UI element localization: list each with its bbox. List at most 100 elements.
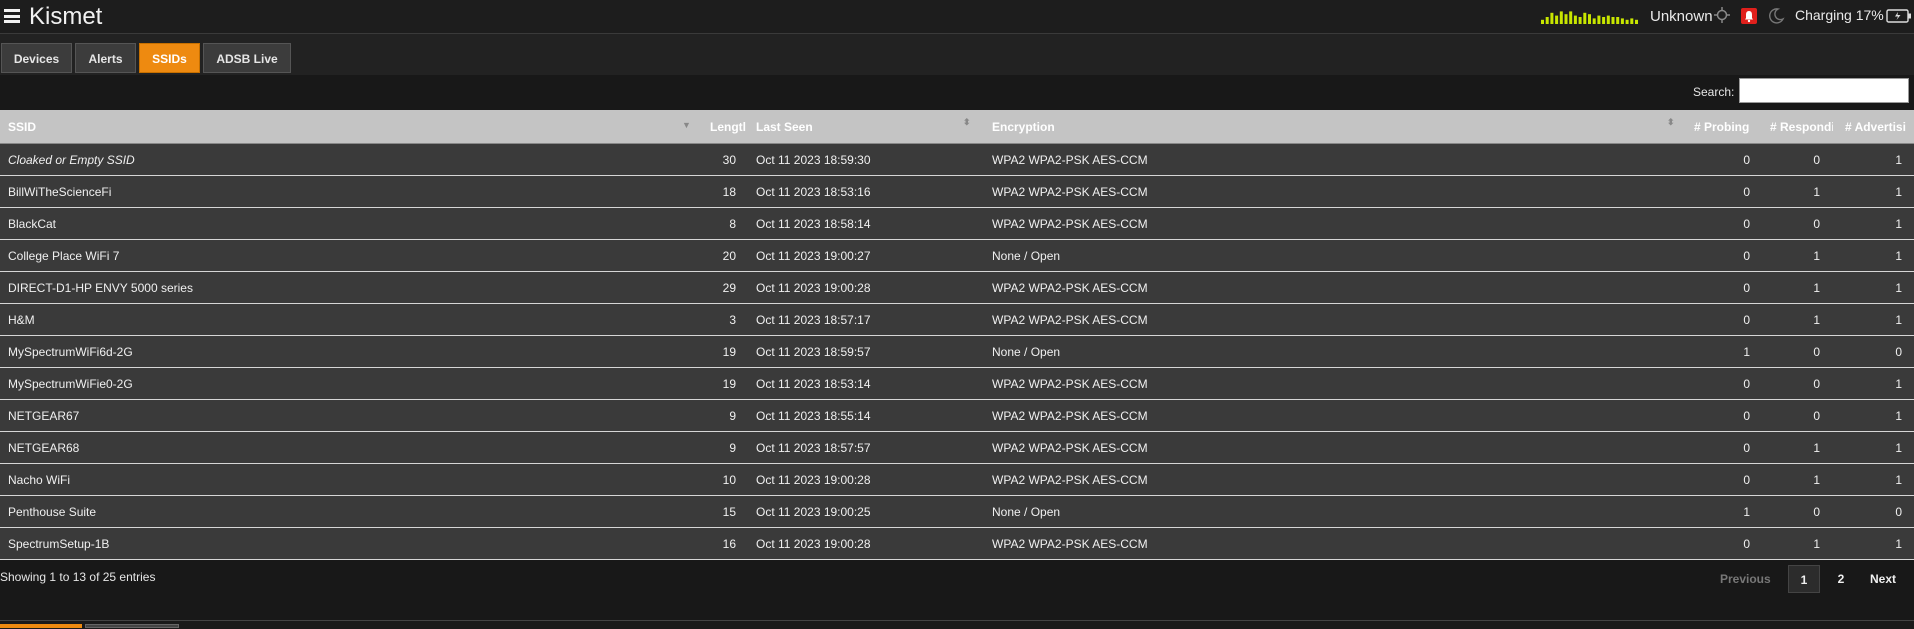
cell-advertising: 1 xyxy=(1895,409,1902,423)
signal-bar xyxy=(1583,12,1587,24)
bottom-tab-active[interactable] xyxy=(0,624,82,628)
cell-ssid: Nacho WiFi xyxy=(8,473,71,487)
crosshair-icon[interactable] xyxy=(1714,7,1730,23)
gps-status: Unknown xyxy=(1650,8,1713,25)
cell-last-seen: Oct 11 2023 18:59:30 xyxy=(756,153,871,167)
cell-probing: 0 xyxy=(1743,217,1750,231)
moon-icon[interactable] xyxy=(1767,7,1785,25)
cell-length: 10 xyxy=(722,473,736,487)
cell-encryption: WPA2 WPA2-PSK AES-CCM xyxy=(992,185,1148,199)
table-row[interactable]: DIRECT-D1-HP ENVY 5000 series 29 Oct 11 20… xyxy=(0,272,1914,304)
table-row[interactable]: NETGEAR68 9 Oct 11 2023 18:57:57 WPA2 WPA2-… xyxy=(0,432,1914,464)
cell-responding: 1 xyxy=(1813,281,1820,295)
cell-responding: 0 xyxy=(1813,345,1820,359)
pagination-next[interactable]: Next xyxy=(1870,565,1896,593)
cell-ssid: College Place WiFi 7 xyxy=(8,249,120,263)
table-row[interactable]: NETGEAR67 9 Oct 11 2023 18:55:14 WPA2 WPA2-… xyxy=(0,400,1914,432)
signal-bar xyxy=(1602,17,1606,24)
cell-probing: 0 xyxy=(1743,249,1750,263)
pagination-page-1[interactable]: 1 xyxy=(1788,565,1820,593)
pagination-page-2[interactable]: 2 xyxy=(1829,565,1853,593)
cell-encryption: WPA2 WPA2-PSK AES-CCM xyxy=(992,153,1148,167)
signal-bar xyxy=(1620,18,1624,24)
table-row[interactable]: SpectrumSetup-1B 16 Oct 11 2023 19:00:28 WP… xyxy=(0,528,1914,560)
cell-ssid: DIRECT-D1-HP ENVY 5000 series xyxy=(8,281,193,295)
battery-icon xyxy=(1886,9,1911,23)
cell-last-seen: Oct 11 2023 18:57:57 xyxy=(756,441,871,455)
pagination-previous[interactable]: Previous xyxy=(1720,565,1771,593)
cell-length: 29 xyxy=(722,281,736,295)
search-label: Search: xyxy=(1693,85,1735,99)
cell-last-seen: Oct 11 2023 18:57:17 xyxy=(756,313,871,327)
bell-alert-icon[interactable] xyxy=(1741,8,1757,24)
cell-ssid: SpectrumSetup-1B xyxy=(8,537,110,551)
cell-advertising: 0 xyxy=(1895,505,1902,519)
column-header-advertising[interactable]: # Advertisi xyxy=(1845,120,1914,134)
table-row[interactable]: BillWiTheScienceFi 18 Oct 11 2023 18:53:16… xyxy=(0,176,1914,208)
battery-status: Charging 17% xyxy=(1795,7,1884,23)
cell-responding: 0 xyxy=(1813,409,1820,423)
tab-adsb-live[interactable]: ADSB Live xyxy=(203,43,291,73)
column-header-ssid[interactable]: SSID xyxy=(8,120,36,134)
cell-encryption: WPA2 WPA2-PSK AES-CCM xyxy=(992,441,1148,455)
cell-probing: 0 xyxy=(1743,185,1750,199)
cell-advertising: 0 xyxy=(1895,345,1902,359)
cell-length: 20 xyxy=(722,249,736,263)
column-header-probing[interactable]: # Probing xyxy=(1694,120,1754,134)
cell-responding: 1 xyxy=(1813,441,1820,455)
cell-probing: 0 xyxy=(1743,313,1750,327)
table-row[interactable]: H&M 3 Oct 11 2023 18:57:17 WPA2 WPA2-PSK AE… xyxy=(0,304,1914,336)
table-row[interactable]: Cloaked or Empty SSID 30 Oct 11 2023 18:59… xyxy=(0,144,1914,176)
cell-encryption: WPA2 WPA2-PSK AES-CCM xyxy=(992,377,1148,391)
signal-bar xyxy=(1630,18,1634,24)
cell-advertising: 1 xyxy=(1895,473,1902,487)
hamburger-menu-icon[interactable] xyxy=(4,9,20,23)
table-row[interactable]: College Place WiFi 7 20 Oct 11 2023 19:00:… xyxy=(0,240,1914,272)
cell-advertising: 1 xyxy=(1895,313,1902,327)
tab-devices[interactable]: Devices xyxy=(1,43,72,73)
cell-probing: 0 xyxy=(1743,537,1750,551)
sort-both-icon: ⬍ xyxy=(1667,117,1675,127)
cell-length: 9 xyxy=(729,441,736,455)
table-row[interactable]: BlackCat 8 Oct 11 2023 18:58:14 WPA2 WPA2-P… xyxy=(0,208,1914,240)
signal-bar xyxy=(1616,17,1620,24)
signal-bar xyxy=(1545,17,1549,24)
cell-advertising: 1 xyxy=(1895,249,1902,263)
table-row[interactable]: Nacho WiFi 10 Oct 11 2023 19:00:28 WPA2 WPA… xyxy=(0,464,1914,496)
cell-encryption: None / Open xyxy=(992,249,1061,263)
signal-bar xyxy=(1606,15,1610,24)
cell-ssid: Penthouse Suite xyxy=(8,505,97,519)
cell-encryption: WPA2 WPA2-PSK AES-CCM xyxy=(992,473,1148,487)
cell-probing: 0 xyxy=(1743,409,1750,423)
cell-length: 15 xyxy=(722,505,736,519)
table-row[interactable]: MySpectrumWiFie0-2G 19 Oct 11 2023 18:53:1… xyxy=(0,368,1914,400)
cell-length: 30 xyxy=(722,153,736,167)
column-header-responding[interactable]: # Respondi xyxy=(1770,120,1833,134)
cell-length: 16 xyxy=(722,537,736,551)
cell-length: 9 xyxy=(729,409,736,423)
cell-length: 18 xyxy=(722,185,736,199)
cell-responding: 0 xyxy=(1813,153,1820,167)
signal-bar xyxy=(1635,19,1638,24)
search-input[interactable] xyxy=(1739,78,1909,103)
cell-advertising: 1 xyxy=(1895,377,1902,391)
column-header-last-seen[interactable]: Last Seen xyxy=(756,120,813,134)
column-header-length[interactable]: Lengtl xyxy=(710,120,746,134)
bottom-tab[interactable] xyxy=(85,624,179,628)
signal-bar xyxy=(1625,19,1629,24)
signal-bar xyxy=(1611,17,1615,24)
cell-advertising: 1 xyxy=(1895,153,1902,167)
table-row[interactable]: Penthouse Suite 15 Oct 11 2023 19:00:25 Non… xyxy=(0,496,1914,528)
cell-responding: 1 xyxy=(1813,473,1820,487)
column-header-encryption[interactable]: Encryption xyxy=(992,120,1055,134)
table-row[interactable]: MySpectrumWiFi6d-2G 19 Oct 11 2023 18:59:5… xyxy=(0,336,1914,368)
cell-ssid: BlackCat xyxy=(8,217,57,231)
tab-alerts[interactable]: Alerts xyxy=(75,43,136,73)
tab-ssids[interactable]: SSIDs xyxy=(139,43,200,73)
cell-length: 8 xyxy=(729,217,736,231)
cell-responding: 1 xyxy=(1813,313,1820,327)
cell-advertising: 1 xyxy=(1895,217,1902,231)
cell-advertising: 1 xyxy=(1895,185,1902,199)
signal-bar xyxy=(1541,19,1544,24)
cell-advertising: 1 xyxy=(1895,441,1902,455)
